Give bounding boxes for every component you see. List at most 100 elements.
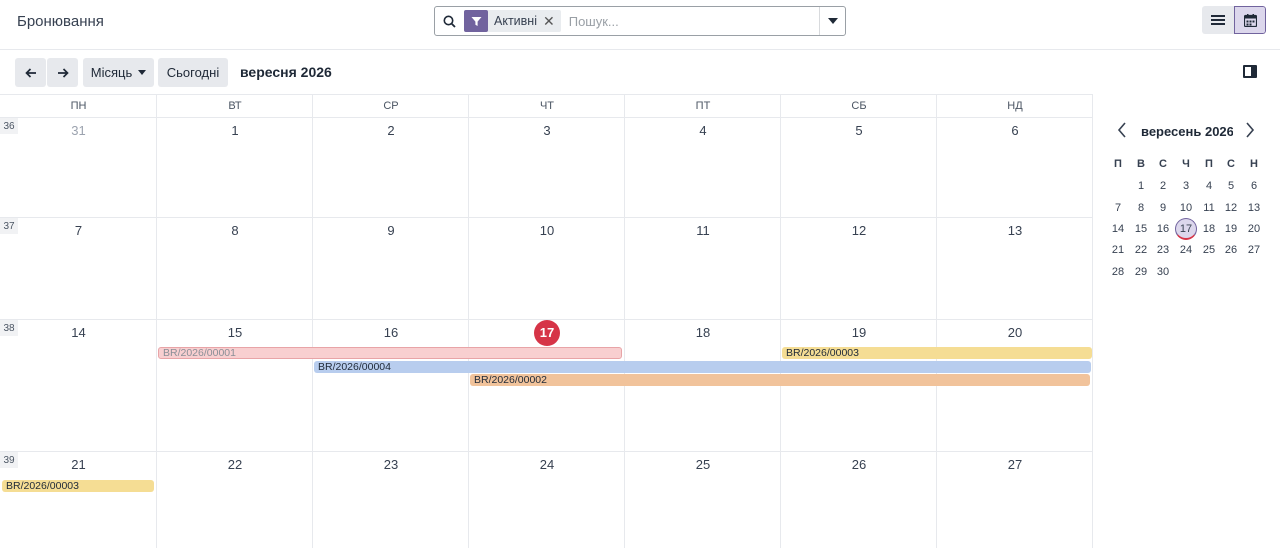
mini-day[interactable]: 29 (1131, 263, 1151, 281)
event-bar[interactable]: BR/2026/00001 (158, 347, 622, 359)
side-panel-toggle-icon[interactable] (1243, 65, 1257, 78)
day-number[interactable]: 5 (844, 121, 874, 141)
search-input[interactable] (568, 13, 819, 29)
weekday-header: ЧТ (539, 100, 555, 112)
mini-day[interactable]: 2 (1153, 177, 1173, 195)
day-number[interactable]: 24 (532, 455, 562, 475)
weekday-header: ПН (70, 100, 87, 112)
mini-day[interactable]: 15 (1131, 220, 1151, 238)
grid-divider (468, 95, 469, 548)
mini-day[interactable]: 26 (1221, 241, 1241, 259)
event-bar[interactable]: BR/2026/00004 (314, 361, 1091, 373)
day-number[interactable]: 22 (220, 455, 250, 475)
arrow-left-icon (24, 67, 36, 78)
view-switcher (1202, 6, 1266, 34)
mini-day[interactable]: 28 (1108, 263, 1128, 281)
event-bar[interactable]: BR/2026/00003 (2, 480, 154, 492)
day-number[interactable]: 19 (844, 323, 874, 343)
day-number[interactable]: 10 (532, 221, 562, 241)
mini-weekday: В (1137, 158, 1145, 170)
day-number[interactable]: 14 (64, 323, 94, 343)
breadcrumb[interactable]: Бронювання (17, 13, 104, 30)
day-number[interactable]: 26 (844, 455, 874, 475)
chevron-left-icon[interactable] (1117, 122, 1127, 143)
day-number[interactable]: 27 (1000, 455, 1030, 475)
day-number[interactable]: 12 (844, 221, 874, 241)
mini-day[interactable]: 30 (1153, 263, 1173, 281)
week-number: 36 (0, 118, 18, 134)
day-number[interactable]: 23 (376, 455, 406, 475)
chevron-right-icon[interactable] (1245, 122, 1255, 143)
mini-day[interactable]: 21 (1108, 241, 1128, 259)
search-options-toggle[interactable] (819, 7, 845, 35)
weekday-header: СР (383, 100, 399, 112)
list-view-button[interactable] (1202, 6, 1234, 34)
day-number[interactable]: 3 (532, 121, 562, 141)
filter-icon (464, 10, 488, 32)
mini-day[interactable]: 3 (1176, 177, 1196, 195)
mini-day[interactable]: 16 (1153, 220, 1173, 238)
day-number[interactable]: 9 (376, 221, 406, 241)
mini-day[interactable]: 27 (1244, 241, 1264, 259)
day-number[interactable]: 4 (688, 121, 718, 141)
mini-day[interactable]: 20 (1244, 220, 1264, 238)
day-number[interactable]: 13 (1000, 221, 1030, 241)
scale-dropdown[interactable]: Місяць (83, 58, 154, 87)
day-number[interactable]: 2 (376, 121, 406, 141)
day-number[interactable]: 20 (1000, 323, 1030, 343)
next-button[interactable] (47, 58, 78, 87)
day-number[interactable]: 11 (688, 221, 718, 241)
calendar-view-button[interactable] (1234, 6, 1266, 34)
day-number[interactable]: 21 (64, 455, 94, 475)
search-icon (435, 7, 463, 35)
mini-day[interactable]: 23 (1153, 241, 1173, 259)
day-number[interactable]: 15 (220, 323, 250, 343)
mini-day[interactable]: 8 (1131, 199, 1151, 217)
control-panel: Бронювання Активні ✕ (0, 0, 1280, 50)
mini-day[interactable]: 5 (1221, 177, 1241, 195)
day-number[interactable]: 16 (376, 323, 406, 343)
event-bar[interactable]: BR/2026/00002 (470, 374, 1090, 386)
mini-day[interactable]: 24 (1176, 241, 1196, 259)
remove-facet-icon[interactable]: ✕ (543, 14, 561, 28)
grid-divider (312, 95, 313, 548)
search-facet[interactable]: Активні ✕ (464, 10, 561, 32)
day-number[interactable]: 18 (688, 323, 718, 343)
grid-divider (780, 95, 781, 548)
day-number[interactable]: 7 (64, 221, 94, 241)
weekday-header: ПТ (695, 100, 711, 112)
mini-day[interactable]: 12 (1221, 199, 1241, 217)
mini-day[interactable]: 22 (1131, 241, 1151, 259)
day-number[interactable]: 1 (220, 121, 250, 141)
period-title: вересня 2026 (240, 64, 332, 80)
grid-divider (0, 451, 1093, 452)
day-number[interactable]: 31 (64, 121, 94, 141)
today-button[interactable]: Сьогодні (158, 58, 228, 87)
today-day-number[interactable]: 17 (534, 320, 560, 346)
search-bar[interactable]: Активні ✕ (434, 6, 846, 36)
day-number[interactable]: 8 (220, 221, 250, 241)
week-number: 39 (0, 452, 18, 468)
event-bar[interactable]: BR/2026/00003 (782, 347, 1092, 359)
mini-day[interactable]: 19 (1221, 220, 1241, 238)
mini-day[interactable]: 6 (1244, 177, 1264, 195)
mini-day[interactable]: 10 (1176, 199, 1196, 217)
day-number[interactable]: 25 (688, 455, 718, 475)
mini-day[interactable]: 7 (1108, 199, 1128, 217)
day-number[interactable]: 6 (1000, 121, 1030, 141)
mini-day[interactable]: 25 (1199, 241, 1219, 259)
grid-divider (156, 95, 157, 548)
grid-divider (624, 95, 625, 548)
previous-button[interactable] (15, 58, 46, 87)
mini-day[interactable]: 1 (1131, 177, 1151, 195)
mini-day[interactable]: 13 (1244, 199, 1264, 217)
caret-down-icon (138, 70, 147, 75)
mini-day[interactable]: 14 (1108, 220, 1128, 238)
mini-day[interactable]: 11 (1199, 199, 1219, 217)
mini-day[interactable]: 4 (1199, 177, 1219, 195)
mini-day[interactable]: 9 (1153, 199, 1173, 217)
weekday-header: НД (1007, 100, 1023, 112)
mini-weekday: Н (1250, 158, 1258, 170)
mini-day[interactable]: 18 (1199, 220, 1219, 238)
mini-today[interactable]: 17 (1175, 218, 1197, 240)
